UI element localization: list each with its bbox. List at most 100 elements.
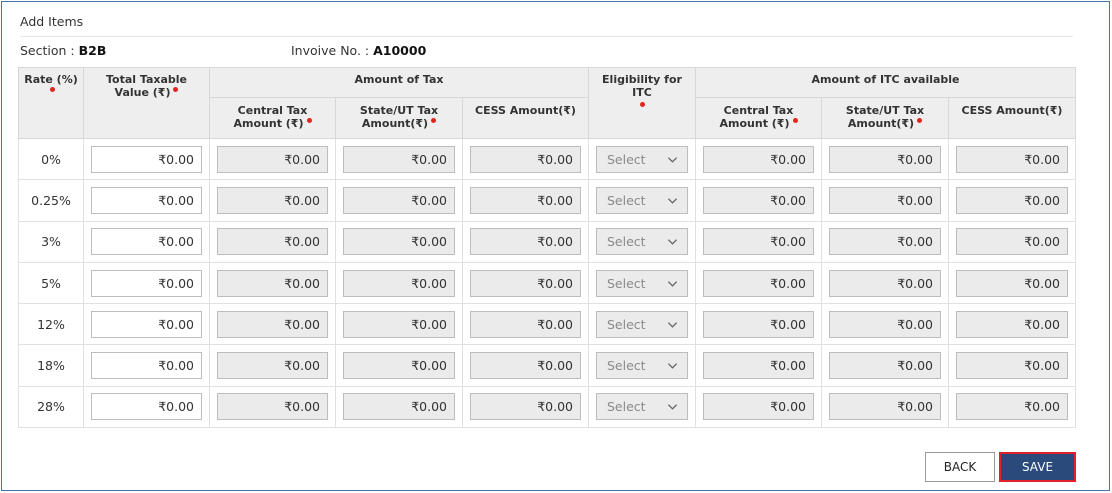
cell-itc-state-tax: ₹0.00 — [821, 344, 949, 387]
cell-itc-cess: ₹0.00 — [947, 344, 1077, 387]
cell-state-tax: ₹0.00 — [335, 179, 463, 222]
cell-central-tax: ₹0.00 — [209, 344, 336, 387]
col-header-central-tax: Central Tax Amount (₹) — [209, 97, 336, 139]
cell-taxable-value: ₹0.00 — [83, 385, 210, 429]
central-tax-field: ₹0.00 — [217, 145, 328, 173]
chevron-down-icon — [667, 363, 678, 369]
col-header-eligibility-itc: Eligibility for ITC — [588, 67, 696, 139]
rate-cell: 28% — [18, 385, 84, 429]
eligibility-select[interactable]: Select — [596, 269, 688, 297]
chevron-down-icon — [667, 280, 678, 287]
col-header-amount-of-tax: Amount of Tax — [209, 67, 589, 98]
cell-itc-cess: ₹0.00 — [947, 385, 1077, 429]
cess-field: ₹0.00 — [470, 228, 581, 256]
state-tax-field: ₹0.00 — [343, 186, 455, 214]
required-dot-icon — [917, 118, 923, 123]
eligibility-select[interactable]: Select — [596, 352, 688, 380]
cess-field: ₹0.00 — [470, 393, 581, 421]
cell-eligibility: Select — [588, 220, 696, 263]
state-tax-field: ₹0.00 — [343, 310, 455, 338]
cell-cess: ₹0.00 — [462, 261, 589, 305]
cell-taxable-value: ₹0.00 — [83, 179, 210, 222]
taxable-value-field[interactable]: ₹0.00 — [91, 145, 202, 173]
required-dot-icon — [50, 87, 55, 92]
eligibility-select-value: Select — [607, 358, 646, 374]
cell-itc-state-tax: ₹0.00 — [821, 137, 949, 181]
cess-field: ₹0.00 — [470, 186, 581, 214]
rate-cell: 18% — [18, 344, 84, 387]
table-row: 28% ₹0.00 ₹0.00 ₹0.00 ₹0.00 Select ₹0.00 ₹0.00 ₹… — [18, 385, 1077, 429]
taxable-value-field[interactable]: ₹0.00 — [91, 269, 202, 297]
rate-cell: 0.25% — [18, 179, 84, 222]
eligibility-select[interactable]: Select — [596, 145, 688, 173]
save-button[interactable]: SAVE — [999, 452, 1076, 482]
eligibility-select[interactable]: Select — [596, 186, 688, 214]
cess-field: ₹0.00 — [470, 310, 581, 338]
itc-state-tax-field: ₹0.00 — [829, 352, 941, 380]
itc-cess-field: ₹0.00 — [956, 269, 1069, 297]
itc-cess-field: ₹0.00 — [956, 228, 1069, 256]
items-table-body: 0% ₹0.00 ₹0.00 ₹0.00 ₹0.00 Select ₹0.00 ₹0.00 ₹0… — [18, 137, 1077, 429]
itc-central-tax-field: ₹0.00 — [703, 352, 814, 380]
cell-itc-central-tax: ₹0.00 — [695, 137, 822, 181]
cess-field: ₹0.00 — [470, 352, 581, 380]
eligibility-select[interactable]: Select — [596, 393, 688, 421]
taxable-value-field[interactable]: ₹0.00 — [91, 186, 202, 214]
cell-eligibility: Select — [588, 385, 696, 429]
itc-cess-field: ₹0.00 — [956, 352, 1069, 380]
back-button[interactable]: BACK — [925, 452, 995, 482]
chevron-down-icon — [667, 198, 678, 204]
table-row: 3% ₹0.00 ₹0.00 ₹0.00 ₹0.00 Select ₹0.00 ₹0.00 ₹0… — [18, 220, 1077, 263]
col-header-cess: CESS Amount(₹) — [462, 97, 589, 139]
invoice-info: Invoive No. : A10000 — [291, 43, 426, 58]
cell-central-tax: ₹0.00 — [209, 179, 336, 222]
section-label: Section : — [20, 43, 79, 58]
central-tax-field: ₹0.00 — [217, 269, 328, 297]
chevron-down-icon — [667, 156, 678, 163]
cell-state-tax: ₹0.00 — [335, 220, 463, 263]
chevron-down-icon — [667, 239, 678, 245]
cell-eligibility: Select — [588, 303, 696, 346]
cell-taxable-value: ₹0.00 — [83, 220, 210, 263]
cell-itc-state-tax: ₹0.00 — [821, 303, 949, 346]
state-tax-field: ₹0.00 — [343, 393, 455, 421]
section-value: B2B — [78, 43, 107, 58]
eligibility-select-value: Select — [607, 192, 646, 208]
cell-central-tax: ₹0.00 — [209, 303, 336, 346]
itc-state-tax-field: ₹0.00 — [829, 186, 941, 214]
rate-cell: 3% — [18, 220, 84, 263]
cess-field: ₹0.00 — [470, 145, 581, 173]
col-header-itc-available: Amount of ITC available — [694, 67, 1077, 98]
cell-central-tax: ₹0.00 — [209, 385, 336, 429]
taxable-value-field[interactable]: ₹0.00 — [91, 352, 202, 380]
eligibility-select[interactable]: Select — [596, 310, 688, 338]
cell-itc-cess: ₹0.00 — [947, 261, 1077, 305]
eligibility-select[interactable]: Select — [596, 228, 688, 256]
central-tax-field: ₹0.00 — [217, 310, 328, 338]
itc-central-tax-field: ₹0.00 — [703, 269, 814, 297]
invoice-label: Invoive No. : — [291, 43, 374, 58]
cell-itc-central-tax: ₹0.00 — [695, 220, 822, 263]
items-table: Rate (%) Total Taxable Value (₹) Amount … — [18, 67, 1077, 429]
required-dot-icon — [173, 87, 179, 92]
chevron-down-icon — [667, 322, 678, 328]
taxable-value-field[interactable]: ₹0.00 — [91, 228, 202, 256]
col-header-rate: Rate (%) — [18, 67, 84, 139]
cell-central-tax: ₹0.00 — [209, 137, 336, 181]
cell-taxable-value: ₹0.00 — [83, 303, 210, 346]
col-header-itc-cess: CESS Amount(₹) — [947, 97, 1077, 139]
cell-itc-state-tax: ₹0.00 — [821, 220, 949, 263]
cell-state-tax: ₹0.00 — [335, 303, 463, 346]
required-dot-icon — [792, 118, 798, 123]
itc-cess-field: ₹0.00 — [956, 186, 1069, 214]
central-tax-field: ₹0.00 — [217, 186, 328, 214]
cell-itc-state-tax: ₹0.00 — [821, 179, 949, 222]
taxable-value-field[interactable]: ₹0.00 — [91, 393, 202, 421]
cell-eligibility: Select — [588, 179, 696, 222]
panel-title: Add Items — [20, 14, 84, 29]
taxable-value-field[interactable]: ₹0.00 — [91, 310, 202, 338]
cell-itc-cess: ₹0.00 — [947, 303, 1077, 346]
cell-cess: ₹0.00 — [462, 137, 589, 181]
cell-state-tax: ₹0.00 — [335, 385, 463, 429]
eligibility-select-value: Select — [607, 399, 646, 415]
